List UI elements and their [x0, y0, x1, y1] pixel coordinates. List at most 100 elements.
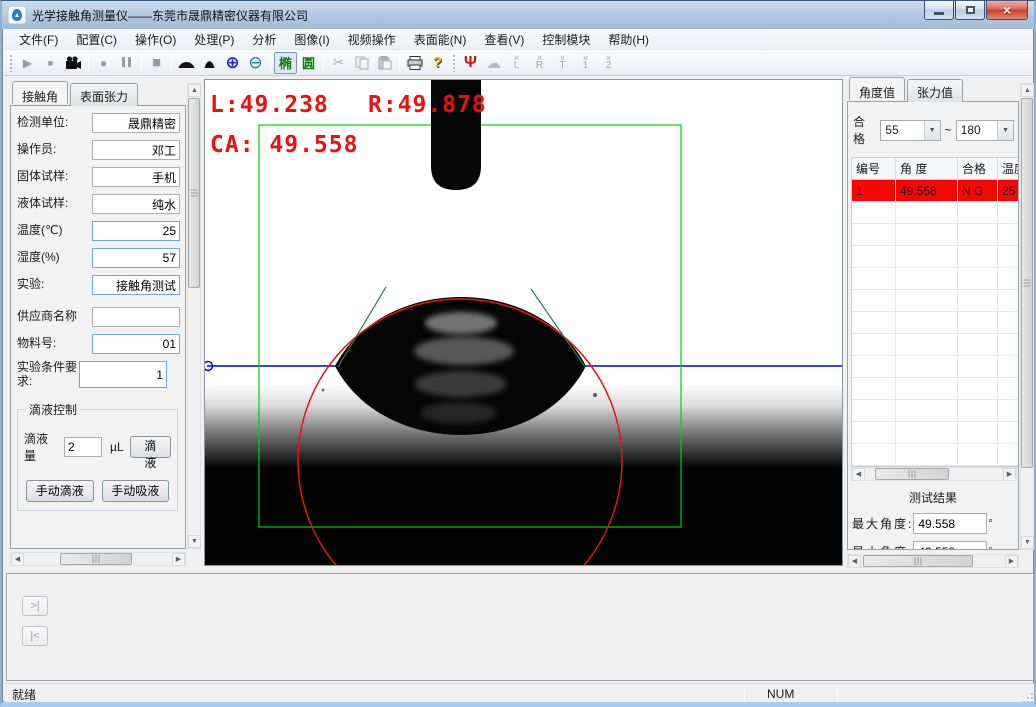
camera-button[interactable] [62, 52, 85, 74]
substrate-dark [205, 467, 842, 565]
menu-view[interactable]: 查看(V) [475, 28, 533, 51]
left-panel-vscrollbar[interactable]: ▲ ▼ [187, 83, 201, 549]
clear-1-button[interactable]: ×1 [574, 52, 597, 74]
play-button[interactable]: ▶ [16, 52, 39, 74]
left-panel-hscroll-thumb[interactable] [60, 553, 132, 565]
resize-grip[interactable] [1020, 690, 1034, 704]
scroll-left-icon[interactable]: ◀ [848, 555, 861, 568]
pass-max-combo[interactable]: 180 ▼ [956, 120, 1014, 141]
toolbar-grip[interactable] [9, 54, 13, 72]
baseline-icon: ⊖ [248, 54, 262, 71]
min-angle-field[interactable] [913, 541, 987, 550]
dispense-drop-button[interactable]: 滴液 [130, 436, 171, 458]
tab-angle-values[interactable]: 角度值 [849, 77, 905, 100]
manual-dispense-button[interactable]: 手动滴液 [26, 480, 94, 502]
scroll-left-icon[interactable]: ◀ [11, 553, 24, 566]
right-panel-vscroll-thumb[interactable] [1021, 98, 1033, 468]
scroll-down-icon[interactable]: ▼ [188, 535, 201, 548]
humidity-label: 湿度(%) [17, 251, 92, 265]
camera-image-view[interactable]: L:49.238 R:49.878 CA: 49.558 [204, 79, 843, 566]
scroll-left-icon[interactable]: ◀ [852, 468, 865, 481]
crosshair-button[interactable]: ⊕ [221, 52, 244, 74]
right-panel-hscrollbar[interactable]: ◀ ▶ [847, 554, 1019, 568]
sessile-drop-wide-button[interactable] [175, 52, 198, 74]
clear-right-icon: ×R [536, 54, 543, 71]
menu-file[interactable]: 文件(F) [10, 28, 67, 51]
col-pass[interactable]: 合格 [958, 158, 998, 180]
cut-button[interactable]: ✂ [327, 52, 350, 74]
stop-button[interactable]: ■ [39, 52, 62, 74]
menu-help[interactable]: 帮助(H) [599, 28, 658, 51]
liquid-sample-field[interactable] [92, 194, 180, 214]
menu-video-ops[interactable]: 视频操作 [339, 28, 405, 51]
cloud-button[interactable]: ☁ [482, 52, 505, 74]
pass-min-combo[interactable]: 55 ▼ [880, 120, 940, 141]
scroll-up-icon[interactable]: ▲ [188, 84, 201, 97]
max-angle-field[interactable] [913, 513, 987, 534]
ellipse-fit-button[interactable]: 椭 [274, 52, 297, 74]
clear-left-button[interactable]: ×L [505, 52, 528, 74]
tab-contact-angle[interactable]: 接触角 [12, 81, 68, 104]
menu-process[interactable]: 处理(P) [185, 28, 243, 51]
close-button[interactable]: × [986, 1, 1028, 20]
circle-fit-button[interactable]: 圆 [297, 52, 320, 74]
right-panel-hscroll-thumb[interactable] [863, 555, 973, 567]
scroll-right-icon[interactable]: ▶ [1003, 468, 1016, 481]
menu-control-module[interactable]: 控制模块 [533, 28, 599, 51]
clear-top-button[interactable]: ×T [551, 52, 574, 74]
menu-config[interactable]: 配置(C) [67, 28, 126, 51]
paste-button[interactable] [373, 52, 396, 74]
condition-field[interactable] [79, 361, 167, 388]
table-hscroll-thumb[interactable] [875, 468, 949, 480]
pause-button[interactable] [115, 52, 138, 74]
col-angle[interactable]: 角 度 [896, 158, 958, 180]
step-forward-button[interactable]: >| [22, 596, 48, 616]
stop-preview-button[interactable]: ■ [145, 52, 168, 74]
col-id[interactable]: 编号 [852, 158, 896, 180]
scroll-up-icon[interactable]: ▲ [1021, 84, 1034, 97]
menu-operate[interactable]: 操作(O) [126, 28, 185, 51]
copy-button[interactable] [350, 52, 373, 74]
tab-tension-values[interactable]: 张力值 [907, 79, 963, 102]
experiment-field[interactable] [92, 275, 180, 295]
table-row[interactable]: 1 49.558 N G 25 [852, 180, 1019, 202]
drop-volume-field[interactable] [64, 437, 102, 457]
material-no-field[interactable] [92, 334, 180, 354]
scroll-down-icon[interactable]: ▼ [1021, 536, 1034, 549]
solid-sample-field[interactable] [92, 167, 180, 187]
scroll-right-icon[interactable]: ▶ [1005, 555, 1018, 568]
supplier-field[interactable] [92, 307, 180, 327]
max-angle-degree: ° [988, 518, 992, 530]
right-panel-vscrollbar[interactable]: ▲ ▼ [1020, 83, 1034, 550]
chevron-down-icon[interactable]: ▼ [924, 121, 940, 140]
step-back-button[interactable]: |< [22, 626, 48, 646]
sessile-drop-button[interactable] [198, 52, 221, 74]
toolbar-grip[interactable] [452, 54, 456, 72]
menu-image[interactable]: 图像(I) [285, 28, 338, 51]
baseline-button[interactable]: ⊖ [244, 52, 267, 74]
detect-unit-field[interactable] [92, 113, 180, 133]
experiment-label: 实验: [17, 278, 92, 292]
left-panel-vscroll-thumb[interactable] [188, 98, 200, 288]
clear-right-button[interactable]: ×R [528, 52, 551, 74]
minimize-button[interactable] [924, 1, 954, 20]
droplet-control-group: 滴液控制 滴液量 µL 滴液 手动滴液 手动吸液 [17, 401, 178, 511]
chevron-down-icon[interactable]: ▼ [997, 121, 1013, 140]
print-button[interactable] [403, 52, 426, 74]
restore-button[interactable] [955, 1, 985, 20]
temperature-field[interactable] [92, 221, 180, 241]
menu-analysis[interactable]: 分析 [243, 28, 285, 51]
humidity-field[interactable] [92, 248, 180, 268]
record-button[interactable]: ● [92, 52, 115, 74]
left-panel-hscrollbar[interactable]: ◀ ▶ [10, 552, 186, 566]
scroll-right-icon[interactable]: ▶ [172, 553, 185, 566]
col-temp[interactable]: 温度 [998, 158, 1019, 180]
dispense-button[interactable]: Ψ [459, 52, 482, 74]
operator-field[interactable] [92, 140, 180, 160]
tab-surface-tension[interactable]: 表面张力 [70, 83, 138, 106]
menu-surface-energy[interactable]: 表面能(N) [405, 28, 476, 51]
clear-2-button[interactable]: ×2 [597, 52, 620, 74]
table-hscrollbar[interactable]: ◀ ▶ [851, 467, 1017, 481]
manual-suck-button[interactable]: 手动吸液 [102, 480, 170, 502]
help-button[interactable]: ? [426, 52, 449, 74]
